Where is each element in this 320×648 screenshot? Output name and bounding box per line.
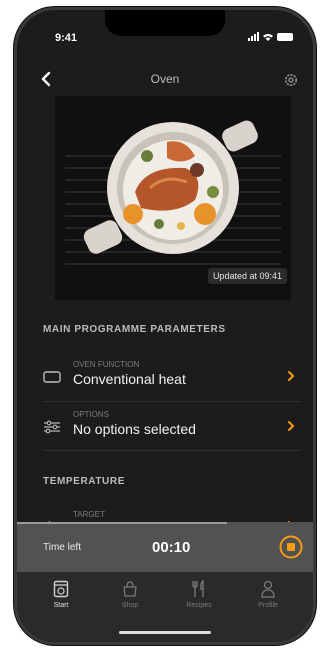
home-indicator bbox=[119, 631, 211, 634]
timer-bar: Time left 00:10 bbox=[17, 522, 313, 572]
tab-start-label: Start bbox=[53, 602, 69, 609]
tab-recipes[interactable]: Recipes bbox=[169, 580, 229, 609]
divider bbox=[43, 401, 301, 402]
profile-icon bbox=[261, 580, 275, 598]
options-label: OPTIONS bbox=[73, 410, 110, 419]
divider bbox=[43, 450, 301, 451]
status-time: 9:41 bbox=[55, 32, 78, 44]
time-left-value: 00:10 bbox=[152, 539, 191, 556]
tab-recipes-label: Recipes bbox=[186, 602, 212, 609]
oven-function-label: OVEN FUNCTION bbox=[73, 360, 140, 369]
options-value: No options selected bbox=[73, 421, 196, 437]
oven-camera-image: Updated at 09:41 bbox=[55, 96, 291, 300]
status-icons bbox=[248, 32, 293, 41]
options-row[interactable]: OPTIONS No options selected bbox=[43, 404, 301, 450]
battery-icon bbox=[277, 32, 293, 41]
nav-bar: Oven bbox=[17, 68, 313, 92]
time-left-label: Time left bbox=[43, 542, 81, 553]
section-header-main-parameters: MAIN PROGRAMME PARAMETERS bbox=[43, 324, 226, 335]
stop-button[interactable] bbox=[279, 535, 303, 559]
oven-function-row[interactable]: OVEN FUNCTION Conventional heat bbox=[43, 354, 301, 400]
timer-progress bbox=[17, 522, 228, 524]
notch bbox=[105, 10, 225, 36]
signal-icon bbox=[248, 32, 259, 41]
tab-start[interactable]: Start bbox=[31, 580, 91, 609]
cutlery-icon bbox=[192, 580, 204, 597]
tab-shop[interactable]: Shop bbox=[100, 580, 160, 609]
wifi-icon bbox=[263, 33, 273, 41]
tab-shop-label: Shop bbox=[121, 602, 139, 609]
oven-icon bbox=[53, 580, 69, 598]
chevron-right-icon bbox=[288, 371, 295, 381]
target-label: TARGET bbox=[73, 510, 105, 519]
shopping-bag-icon bbox=[123, 581, 137, 597]
updated-timestamp-badge: Updated at 09:41 bbox=[207, 268, 287, 284]
tab-profile-label: Profile bbox=[258, 602, 278, 609]
oven-function-icon bbox=[43, 371, 61, 383]
sliders-icon bbox=[44, 420, 60, 434]
phone-screen: 9:41 Oven Updated at 09:41 MAIN PROGRAMM… bbox=[17, 10, 313, 642]
section-header-temperature: TEMPERATURE bbox=[43, 476, 125, 487]
gear-icon[interactable] bbox=[283, 72, 299, 88]
tab-profile[interactable]: Profile bbox=[238, 580, 298, 609]
oven-function-value: Conventional heat bbox=[73, 371, 186, 387]
tab-bar: Start Shop Recipes Profile bbox=[17, 572, 313, 642]
chevron-right-icon bbox=[288, 421, 295, 431]
page-title: Oven bbox=[150, 72, 180, 86]
